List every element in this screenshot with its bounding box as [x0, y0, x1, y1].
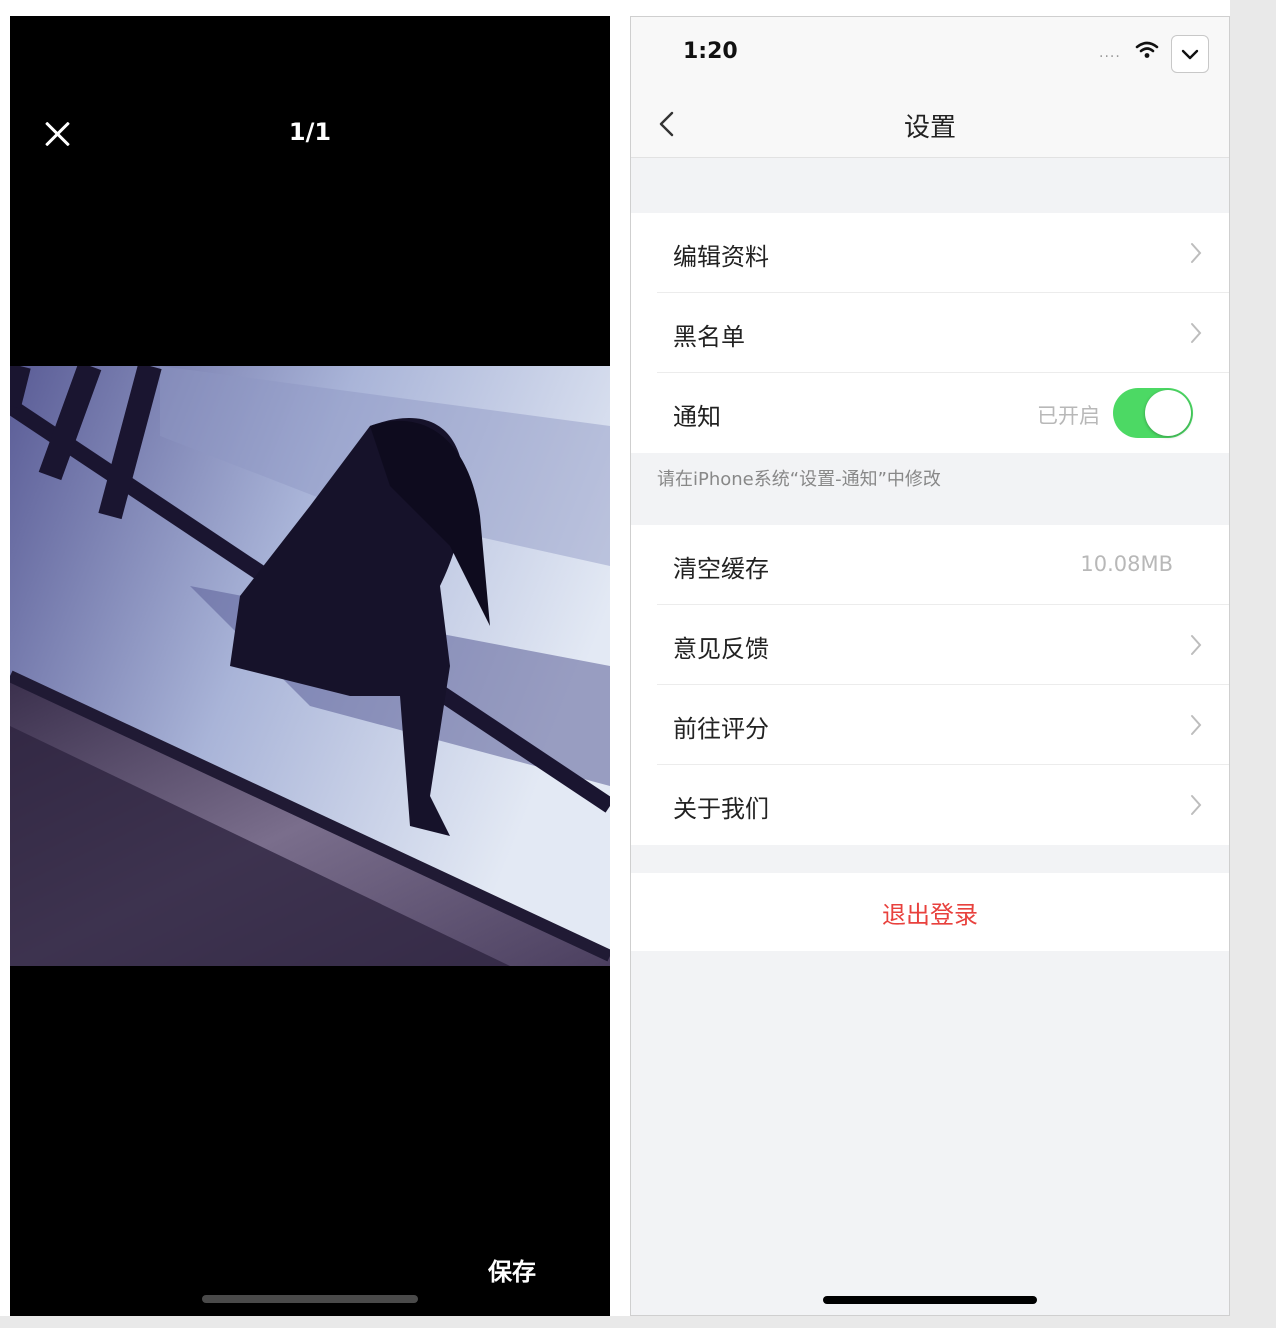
- chevron-right-icon: [1191, 715, 1202, 735]
- notification-status: 已开启: [1037, 404, 1100, 428]
- row-notification: 通知 已开启: [631, 373, 1229, 453]
- cache-size: 10.08MB: [1080, 552, 1173, 576]
- row-label: 编辑资料: [673, 243, 769, 271]
- home-indicator: [202, 1295, 418, 1303]
- close-icon[interactable]: [44, 120, 72, 148]
- save-button[interactable]: 保存: [488, 1252, 536, 1287]
- settings-screen: 1:20 .... 设置 编辑资料 黑名单 通知 已开启 请在iPhone系统“…: [630, 16, 1230, 1316]
- settings-group-account: 编辑资料 黑名单 通知 已开启: [631, 213, 1229, 453]
- row-label: 意见反馈: [673, 635, 769, 663]
- photo-image[interactable]: [10, 366, 610, 966]
- home-indicator: [823, 1296, 1037, 1304]
- row-label: 通知: [673, 403, 721, 431]
- row-clear-cache[interactable]: 清空缓存 10.08MB: [631, 525, 1229, 605]
- row-label: 清空缓存: [673, 555, 769, 583]
- signal-indicator: ....: [1099, 45, 1121, 61]
- row-about[interactable]: 关于我们: [631, 765, 1229, 845]
- notification-toggle[interactable]: [1113, 388, 1193, 438]
- dropdown-button[interactable]: [1171, 35, 1209, 73]
- row-label: 黑名单: [673, 323, 745, 351]
- row-edit-profile[interactable]: 编辑资料: [631, 213, 1229, 293]
- row-rate[interactable]: 前往评分: [631, 685, 1229, 765]
- page-title: 设置: [903, 113, 956, 143]
- chevron-right-icon: [1191, 243, 1202, 263]
- row-label: 前往评分: [673, 715, 769, 743]
- notification-hint: 请在iPhone系统“设置-通知”中修改: [657, 469, 941, 490]
- background-strip-bottom: [0, 1316, 1276, 1328]
- chevron-down-icon: [1181, 49, 1199, 60]
- background-strip: [1230, 0, 1276, 1328]
- row-blacklist[interactable]: 黑名单: [631, 293, 1229, 373]
- row-feedback[interactable]: 意见反馈: [631, 605, 1229, 685]
- nav-bar: 设置: [631, 93, 1229, 158]
- logout-button[interactable]: 退出登录: [631, 873, 1229, 951]
- chevron-right-icon: [1191, 635, 1202, 655]
- status-time: 1:20: [683, 39, 738, 64]
- wifi-icon: [1135, 41, 1159, 58]
- logout-label: 退出登录: [882, 901, 978, 929]
- photo-counter: 1/1: [288, 118, 332, 146]
- settings-group-app: 清空缓存 10.08MB 意见反馈 前往评分 关于我们: [631, 525, 1229, 845]
- toggle-knob: [1145, 390, 1191, 436]
- chevron-right-icon: [1191, 795, 1202, 815]
- photo-viewer-screen: 1/1 保存: [10, 16, 610, 1316]
- chevron-right-icon: [1191, 323, 1202, 343]
- row-label: 关于我们: [673, 795, 769, 823]
- status-bar: 1:20 ....: [631, 17, 1229, 93]
